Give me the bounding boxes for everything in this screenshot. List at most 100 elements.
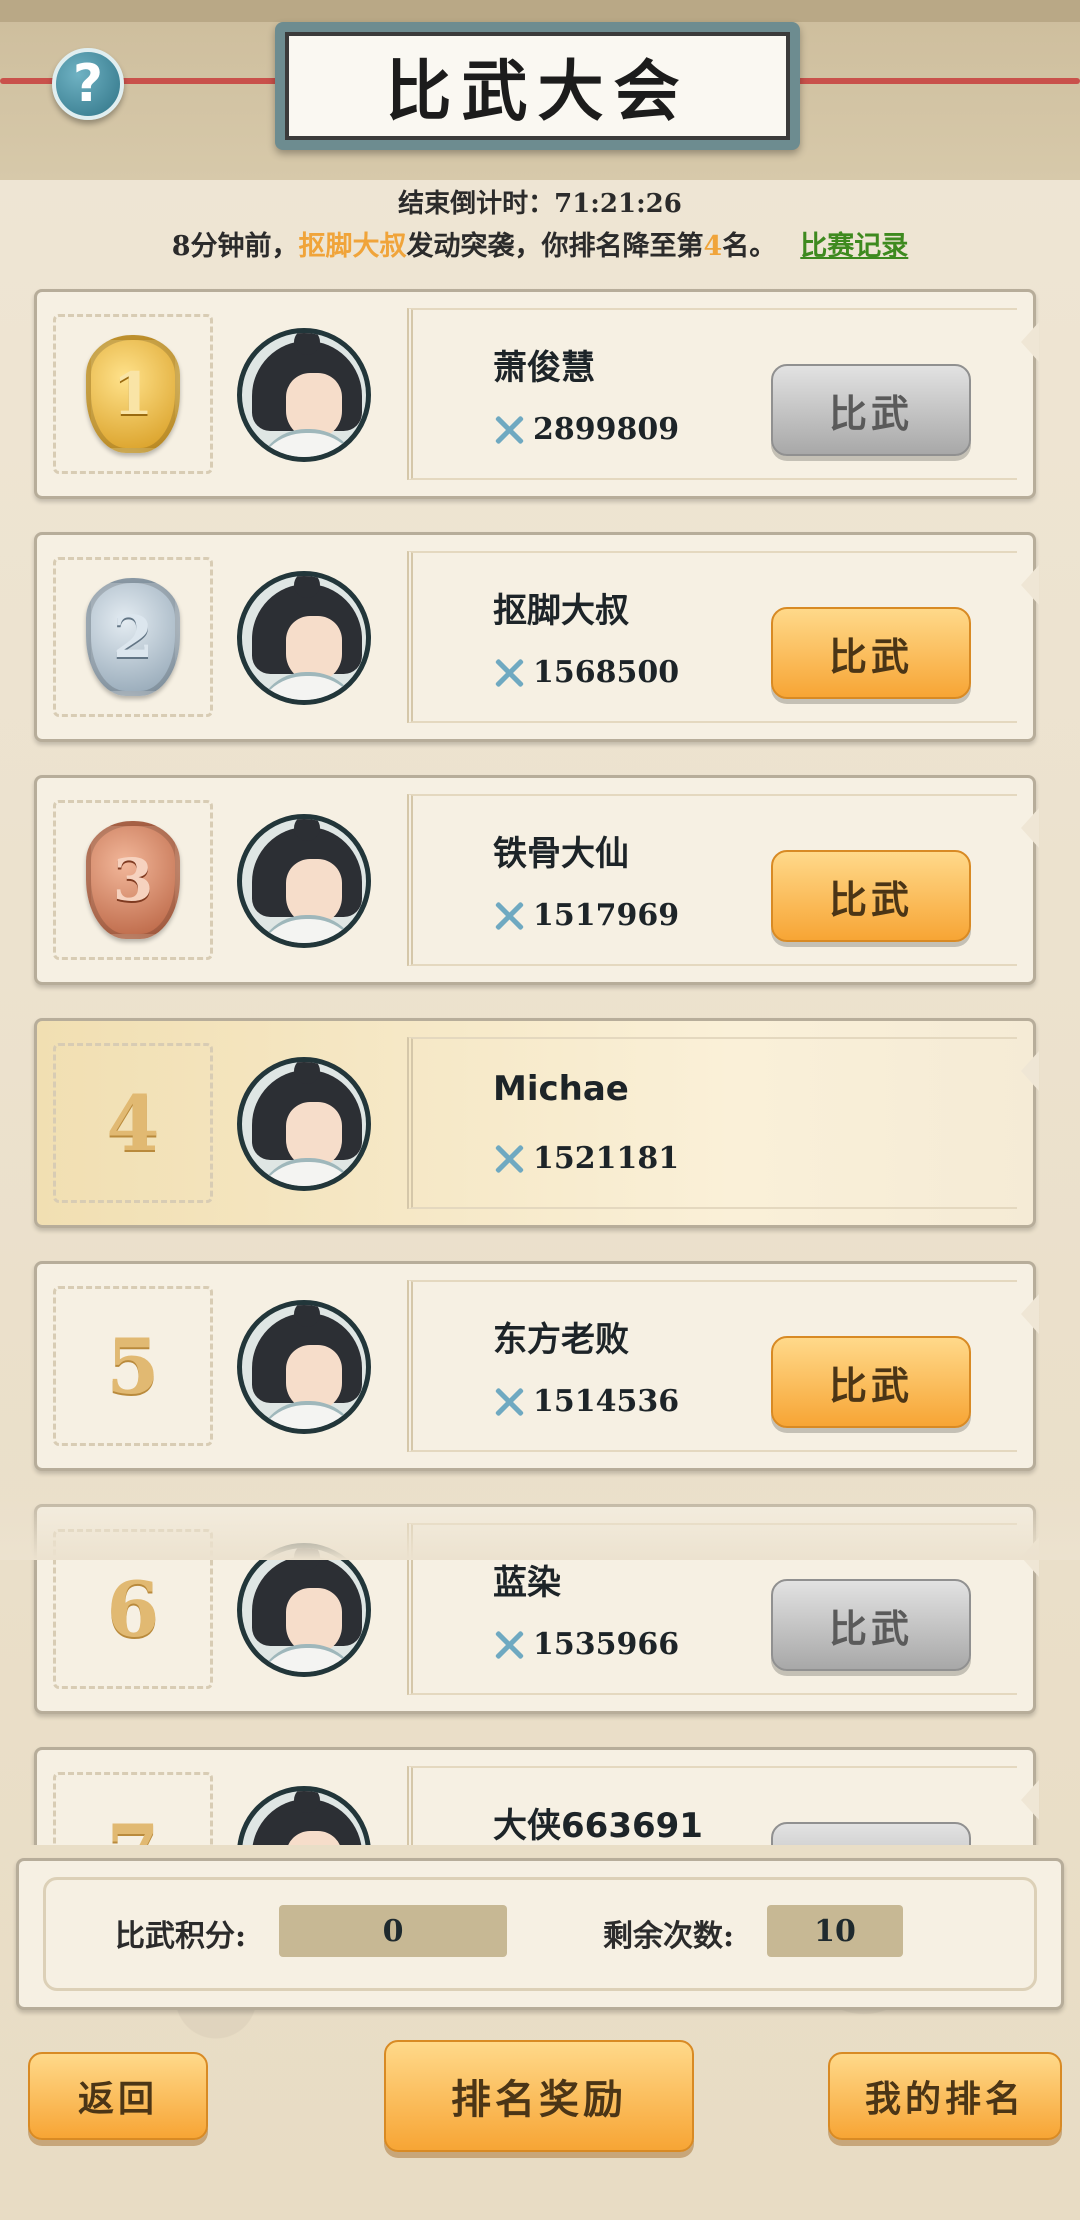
rank-badge: 3: [53, 800, 213, 960]
card-notch: [1021, 1051, 1039, 1091]
duel-button[interactable]: 比武: [771, 1336, 971, 1428]
card-notch: [1021, 565, 1039, 605]
rank-badge: 5: [53, 1286, 213, 1446]
combat-power-value: 1535966: [533, 1627, 680, 1662]
avatar[interactable]: [237, 1057, 371, 1191]
player-name: 萧俊慧: [493, 348, 595, 388]
avatar-bun: [294, 1791, 320, 1813]
rope-right: [790, 78, 1080, 84]
stats-bar: 比武积分: 0 剩余次数: 10: [16, 1858, 1064, 2010]
player-name: 蓝染: [493, 1563, 561, 1603]
combat-power-value: 1514536: [533, 1384, 680, 1419]
my-rank-button[interactable]: 我的排名: [828, 2052, 1062, 2140]
score-label: 比武积分:: [115, 1919, 247, 1954]
player-info: 铁骨大仙 1517969 比武: [407, 794, 1017, 966]
card-notch: [1021, 808, 1039, 848]
countdown-value: 71:21:26: [554, 189, 682, 219]
player-info: 抠脚大叔 1568500 比武: [407, 551, 1017, 723]
player-card: 7 大侠663691 比武: [34, 1747, 1039, 1845]
player-name: 抠脚大叔: [493, 591, 629, 631]
news-attacker: 抠脚大叔: [298, 231, 407, 262]
help-button[interactable]: ?: [52, 48, 124, 120]
combat-power: 1568500: [493, 655, 679, 690]
rank-reward-button[interactable]: 排名奖励: [384, 2040, 694, 2152]
rank-medal-icon: 3: [86, 821, 180, 939]
player-name: 大侠663691: [493, 1806, 703, 1845]
avatar-bun: [294, 1305, 320, 1327]
rank-badge: 7: [53, 1772, 213, 1845]
crossed-swords-icon: [493, 1629, 525, 1661]
combat-power-value: 1521181: [533, 1141, 680, 1176]
news-prefix: 8分钟前，: [171, 231, 299, 262]
rank-badge: 1: [53, 314, 213, 474]
combat-power: 1517969: [493, 898, 679, 933]
rank-number: 6: [106, 1564, 160, 1654]
remaining-label: 剩余次数:: [603, 1919, 735, 1954]
player-card: 1 萧俊慧 2899809 比武: [34, 289, 1039, 499]
score-value: 0: [279, 1905, 507, 1957]
duel-button[interactable]: 比武: [771, 364, 971, 456]
rank-medal-icon: 1: [86, 335, 180, 453]
combat-power-value: 2899809: [533, 412, 680, 447]
avatar-robe: [256, 1644, 360, 1672]
duel-button[interactable]: 比武: [771, 850, 971, 942]
player-info: Michae 1521181: [407, 1037, 1017, 1209]
player-card: 3 铁骨大仙 1517969 比武: [34, 775, 1039, 985]
match-record-link[interactable]: 比赛记录: [800, 231, 908, 262]
news-rank: 4: [703, 231, 723, 262]
crossed-swords-icon: [493, 900, 525, 932]
rank-number: 7: [107, 1808, 160, 1846]
news-middle: 发动突袭，你排名降至第: [406, 231, 704, 262]
combat-power-value: 1568500: [533, 655, 680, 690]
countdown: 结束倒计时：71:21:26: [0, 183, 1080, 220]
avatar-bun: [294, 333, 320, 355]
player-name: 铁骨大仙: [493, 834, 629, 874]
crossed-swords-icon: [493, 1386, 525, 1418]
player-info: 东方老败 1514536 比武: [407, 1280, 1017, 1452]
combat-power: 1521181: [493, 1141, 679, 1176]
countdown-label: 结束倒计时：: [398, 189, 555, 219]
rank-medal-icon: 2: [86, 578, 180, 696]
card-notch: [1021, 322, 1039, 362]
avatar[interactable]: [237, 1786, 371, 1845]
player-name: Michae: [493, 1069, 629, 1109]
duel-button[interactable]: 比武: [771, 1579, 971, 1671]
player-info: 大侠663691 比武: [407, 1766, 1017, 1845]
combat-power-value: 1517969: [533, 898, 680, 933]
combat-power: 1535966: [493, 1627, 679, 1662]
card-notch: [1021, 1294, 1039, 1334]
ranking-list[interactable]: 1 萧俊慧 2899809 比武 2 抠脚大叔 1568500 比武 3 铁骨大仙 1517969 比…: [0, 285, 1080, 1845]
player-name: 东方老败: [493, 1320, 629, 1360]
duel-button[interactable]: 比武: [771, 1822, 971, 1845]
crossed-swords-icon: [493, 414, 525, 446]
avatar[interactable]: [237, 814, 371, 948]
rank-number: 5: [106, 1321, 160, 1411]
crossed-swords-icon: [493, 1143, 525, 1175]
player-info: 萧俊慧 2899809 比武: [407, 308, 1017, 480]
rank-badge: 2: [53, 557, 213, 717]
avatar-robe: [256, 1401, 360, 1429]
avatar-robe: [256, 672, 360, 700]
rank-badge: 4: [53, 1043, 213, 1203]
avatar-robe: [256, 915, 360, 943]
avatar[interactable]: [237, 1543, 371, 1677]
player-card: 2 抠脚大叔 1568500 比武: [34, 532, 1039, 742]
avatar-robe: [256, 1158, 360, 1186]
duel-button[interactable]: 比武: [771, 607, 971, 699]
avatar-bun: [294, 1062, 320, 1084]
remaining-value: 10: [767, 1905, 903, 1957]
news-suffix: 名。: [722, 231, 777, 262]
avatar[interactable]: [237, 328, 371, 462]
rank-number: 4: [106, 1078, 160, 1168]
combat-power: 2899809: [493, 412, 679, 447]
title-plaque: 比武大会: [275, 22, 800, 150]
list-fade: [0, 1485, 1080, 1560]
avatar[interactable]: [237, 571, 371, 705]
rope-left: [0, 78, 290, 84]
back-button[interactable]: 返回: [28, 2052, 208, 2140]
avatar[interactable]: [237, 1300, 371, 1434]
avatar-bun: [294, 576, 320, 598]
player-card: 5 东方老败 1514536 比武: [34, 1261, 1039, 1471]
news-ticker: 8分钟前，抠脚大叔发动突袭，你排名降至第4名。 比赛记录: [0, 224, 1080, 263]
combat-power: 1514536: [493, 1384, 679, 1419]
